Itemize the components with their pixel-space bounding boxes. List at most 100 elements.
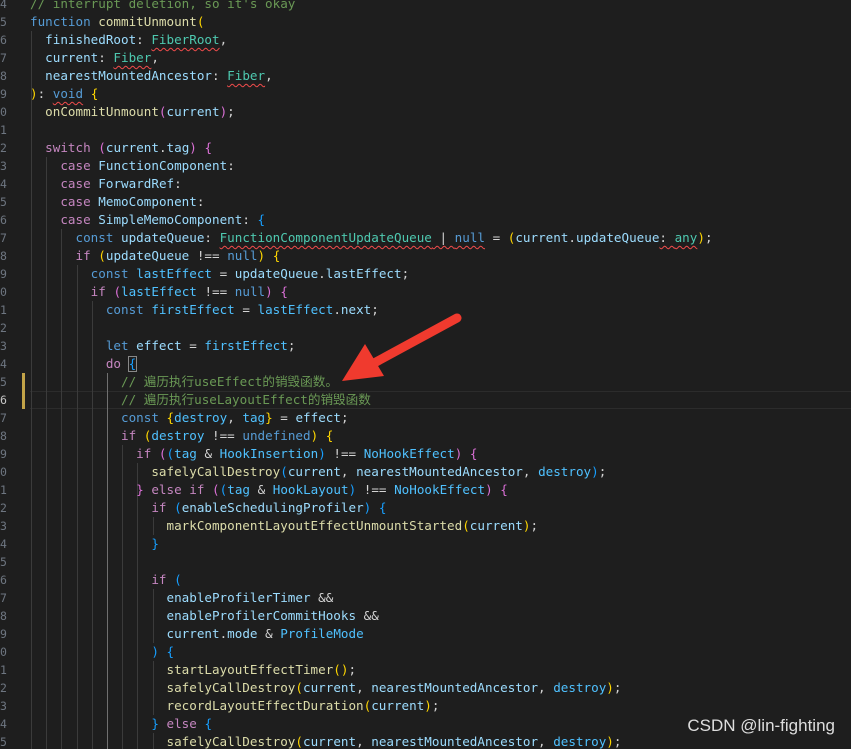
code-line[interactable]: if (updateQueue !== null) { <box>30 247 281 265</box>
code-token: { <box>204 716 213 731</box>
code-token: commitUnmount <box>98 14 197 29</box>
code-token: const <box>121 410 159 425</box>
code-token: const <box>105 302 144 317</box>
code-line[interactable]: const firstEffect = lastEffect.next; <box>30 301 379 319</box>
code-line[interactable]: case ForwardRef: <box>30 175 182 193</box>
code-line[interactable]: switch (current.tag) { <box>30 139 212 157</box>
code-line[interactable]: recordLayoutEffectDuration(current); <box>30 697 439 715</box>
code-line[interactable]: if (enableSchedulingProfiler) { <box>30 499 386 517</box>
code-token: enableProfilerTimer <box>166 590 311 605</box>
code-line[interactable]: case FunctionComponent: <box>30 157 234 175</box>
code-token: ( <box>158 104 167 119</box>
code-line[interactable]: } else if ((tag & HookLayout) !== NoHook… <box>30 481 508 499</box>
code-token: . <box>333 302 341 317</box>
code-line[interactable]: case MemoComponent: <box>30 193 204 211</box>
code-token: ) <box>151 644 159 659</box>
code-token: = <box>212 266 235 281</box>
code-line[interactable]: markComponentLayoutEffectUnmountStarted(… <box>30 517 538 535</box>
code-line[interactable]: enableProfilerTimer && <box>30 589 333 607</box>
line-number: 8 <box>0 609 7 623</box>
code-line[interactable]: if (destroy !== undefined) { <box>30 427 333 445</box>
code-token: if <box>75 248 91 263</box>
code-token: tag <box>166 140 190 155</box>
line-number: 1 <box>0 663 7 677</box>
code-token: && <box>356 608 379 623</box>
code-line[interactable]: } else { <box>30 715 212 733</box>
line-number: 5 <box>0 555 7 569</box>
code-line[interactable]: const lastEffect = updateQueue.lastEffec… <box>30 265 410 283</box>
code-line[interactable]: nearestMountedAncestor: Fiber, <box>30 67 273 85</box>
code-line[interactable]: onCommitUnmount(current); <box>30 103 235 121</box>
code-token: ForwardRef <box>98 176 175 191</box>
code-line[interactable]: ) { <box>30 643 174 661</box>
code-token: ( <box>295 734 303 749</box>
code-token: nearestMountedAncestor <box>356 464 523 479</box>
code-token: : <box>242 212 258 227</box>
code-line[interactable]: safelyCallDestroy(current, nearestMounte… <box>30 679 621 697</box>
line-number: 5 <box>0 375 7 389</box>
code-line[interactable]: safelyCallDestroy(current, nearestMounte… <box>30 733 621 749</box>
code-token: ( <box>166 446 175 461</box>
code-line[interactable]: } <box>30 535 159 553</box>
code-token: : <box>174 176 182 191</box>
code-line[interactable]: enableProfilerCommitHooks && <box>30 607 379 625</box>
code-token: . <box>158 140 167 155</box>
code-token: finishedRoot <box>45 32 137 47</box>
code-token: = <box>181 338 205 353</box>
code-token: : <box>659 230 675 245</box>
code-token: null <box>454 230 485 245</box>
code-token: { <box>500 482 508 497</box>
code-token: !== <box>196 284 235 299</box>
code-line[interactable]: // 遍历执行useLayoutEffect的销毁函数 <box>30 391 371 409</box>
code-line[interactable]: function commitUnmount( <box>30 13 204 31</box>
line-number: 0 <box>0 645 7 659</box>
code-line[interactable]: if (lastEffect !== null) { <box>30 283 288 301</box>
code-token: , <box>522 464 539 479</box>
code-token: current <box>166 104 220 119</box>
line-number: 7 <box>0 231 7 245</box>
code-token: any <box>674 230 698 245</box>
code-line[interactable]: // 遍历执行useEffect的销毁函数。 <box>30 373 338 391</box>
code-line[interactable]: current.mode & ProfileMode <box>30 625 363 643</box>
code-token: ; <box>530 518 539 533</box>
code-line[interactable]: case SimpleMemoComponent: { <box>30 211 265 229</box>
code-line[interactable]: let effect = firstEffect; <box>30 337 296 355</box>
code-line[interactable]: safelyCallDestroy(current, nearestMounte… <box>30 463 606 481</box>
code-line[interactable]: startLayoutEffectTimer(); <box>30 661 356 679</box>
code-editor[interactable]: 4 5 6 7 8 9 0 1 2 3 4 5 6 7 8 9 0 1 2 3 4 5 6 7 8 9 0 1 2 3 4 5 6 7 8 9 0 1 2 3… <box>0 0 851 749</box>
code-token: , <box>340 464 357 479</box>
code-token: updateQueue <box>121 230 205 245</box>
line-number: 5 <box>0 735 7 749</box>
code-line[interactable]: if ( <box>30 571 181 589</box>
code-line[interactable]: do { <box>30 355 136 373</box>
code-token: : <box>98 50 114 65</box>
code-token: { <box>378 500 387 515</box>
code-token: enableProfilerCommitHooks <box>166 608 357 623</box>
line-number: 4 <box>0 357 7 371</box>
code-line[interactable]: const {destroy, tag} = effect; <box>30 409 349 427</box>
code-line[interactable]: ): void { <box>30 85 98 103</box>
line-number: 6 <box>0 393 7 407</box>
code-token: // 遍历执行useEffect的销毁函数。 <box>121 374 338 389</box>
code-line[interactable]: // interrupt deletion, so it's okay <box>30 0 295 13</box>
code-line[interactable]: if ((tag & HookInsertion) !== NoHookEffe… <box>30 445 477 463</box>
code-token: if <box>136 446 152 461</box>
code-line[interactable]: current: Fiber, <box>30 49 159 67</box>
code-token: lastEffect <box>121 284 197 299</box>
code-line[interactable]: finishedRoot: FiberRoot, <box>30 31 227 49</box>
code-line[interactable]: const updateQueue: FunctionComponentUpda… <box>30 229 713 247</box>
line-number: 8 <box>0 249 7 263</box>
code-token: let <box>105 338 129 353</box>
